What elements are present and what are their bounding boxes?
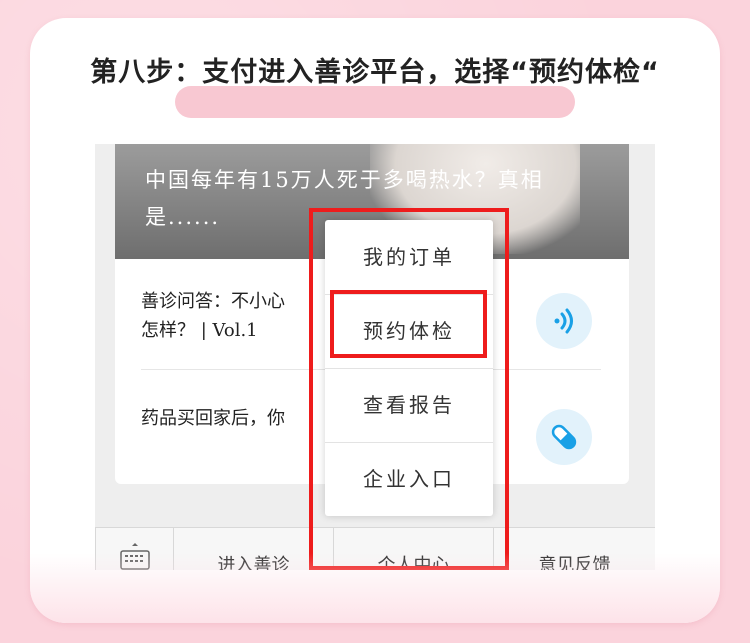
keyboard-toggle[interactable] — [95, 528, 173, 570]
step-title: 第八步：支付进入善诊平台，选择“预约体检“ — [90, 57, 660, 88]
keyboard-icon — [119, 543, 150, 570]
tutorial-card: 第八步：支付进入善诊平台，选择“预约体检“ 中国每年有15万人死于多喝热水？真相… — [30, 18, 720, 623]
menu-highlight-annotation — [309, 208, 509, 570]
book-checkup-highlight-annotation — [330, 290, 487, 358]
phone-screenshot: 中国每年有15万人死于多喝热水？真相是...... 善诊问答：不小心 怎样？ |… — [95, 144, 655, 570]
audio-wave-icon — [536, 293, 592, 349]
title-highlight-bar — [175, 86, 575, 118]
tab-feedback[interactable]: 意见反馈 — [493, 528, 655, 570]
pill-capsule-icon — [536, 409, 592, 465]
